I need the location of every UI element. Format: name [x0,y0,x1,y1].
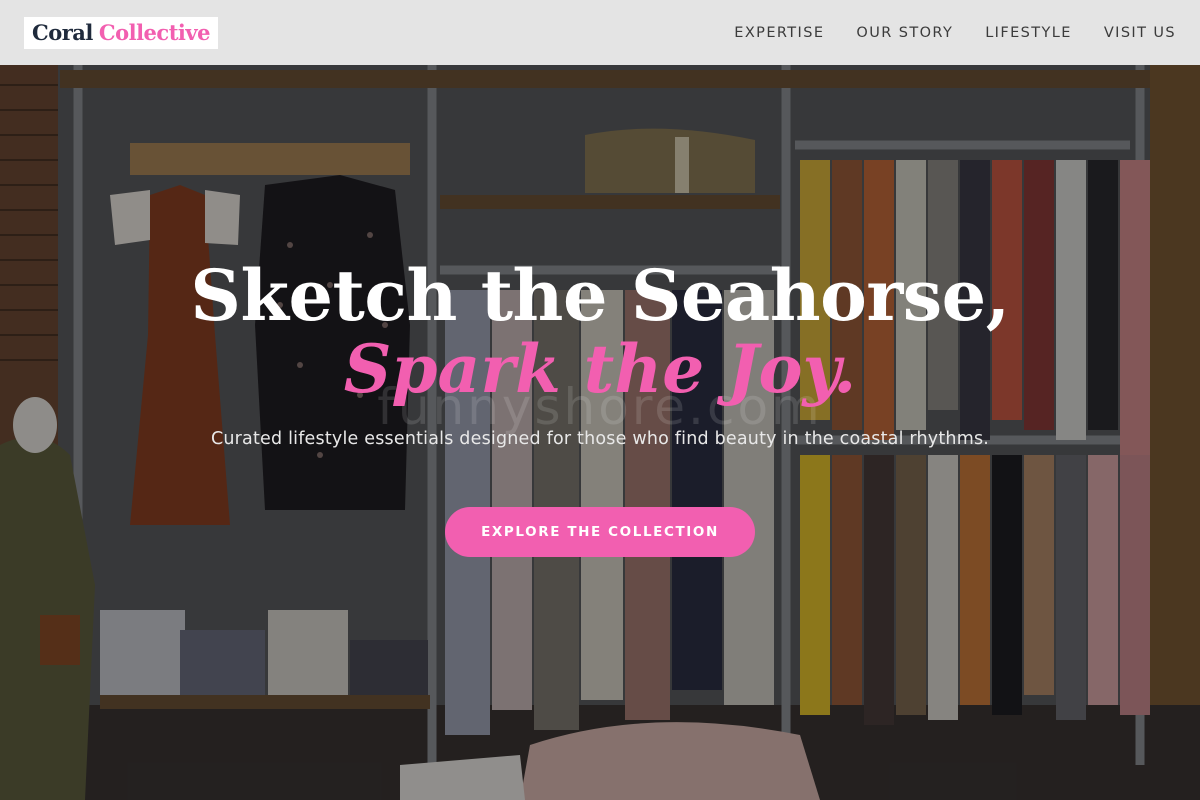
explore-collection-button[interactable]: EXPLORE THE COLLECTION [445,507,755,557]
main-menu: EXPERTISE OUR STORY LIFESTYLE VISIT US [734,25,1176,41]
nav-link-expertise[interactable]: EXPERTISE [734,25,824,41]
top-navbar: Coral Collective EXPERTISE OUR STORY LIF… [0,0,1200,65]
hero-tagline: Curated lifestyle essentials designed fo… [210,429,990,449]
hero-headline: Sketch the Seahorse, [190,254,1010,337]
hero-subheadline: Spark the Joy. [343,330,857,408]
brand-logo[interactable]: Coral Collective [24,16,218,49]
hero-section: funnyshore.com Sketch the Seahorse, Spar… [0,65,1200,800]
brand-word-collective: Collective [98,20,211,45]
nav-link-our-story[interactable]: OUR STORY [856,25,953,41]
brand-word-coral: Coral [32,20,93,45]
nav-link-visit-us[interactable]: VISIT US [1104,25,1176,41]
nav-link-lifestyle[interactable]: LIFESTYLE [985,25,1072,41]
